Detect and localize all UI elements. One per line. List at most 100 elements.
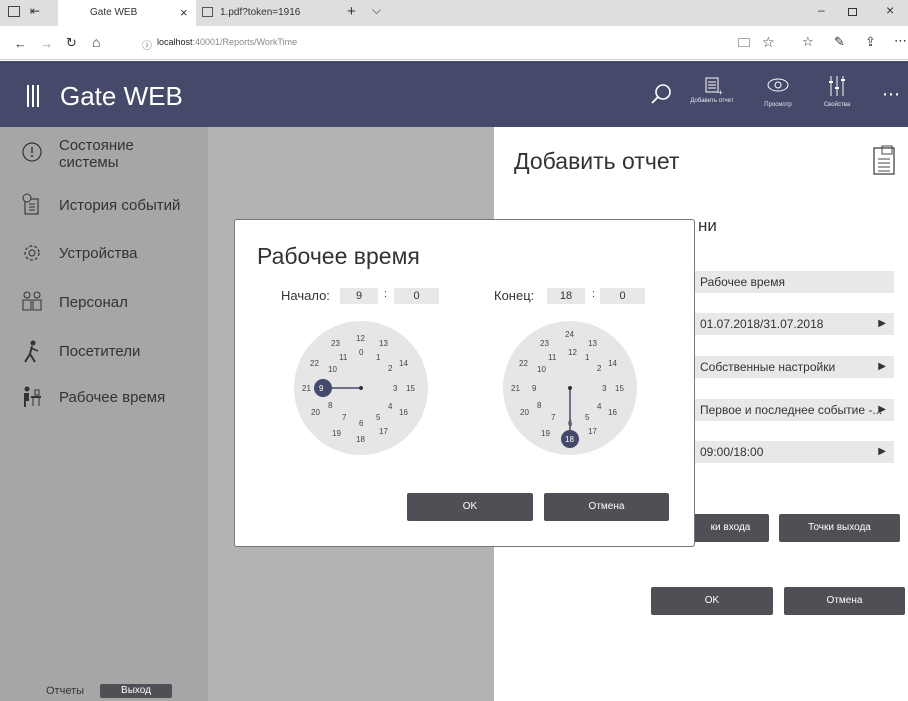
maximize-icon[interactable]	[848, 8, 857, 16]
close-window-icon[interactable]: ×	[886, 2, 894, 18]
svg-text:14: 14	[608, 359, 617, 368]
sliders-icon	[828, 74, 846, 98]
favorite-star-icon[interactable]: ☆	[762, 34, 775, 51]
event-mode-field[interactable]: Первое и последнее событие -... ▶	[694, 399, 894, 421]
start-clock-picker[interactable]: 9 12 13 14 15 16 17 18 19 20 21 22 23 0123 4567 8…	[293, 320, 429, 456]
start-hour-input[interactable]: 9	[340, 288, 378, 304]
sidebar-item-label: Посетители	[59, 343, 141, 360]
field-value: Первое и последнее событие -...	[700, 403, 883, 417]
arrow-right-icon: ▶	[878, 361, 886, 372]
svg-text:10: 10	[328, 365, 337, 374]
svg-text:15: 15	[615, 384, 624, 393]
sidebar-item-visitors[interactable]: Посетители	[0, 340, 208, 380]
svg-text:17: 17	[379, 427, 388, 436]
work-time-field[interactable]: 09:00/18:00 ▶	[694, 441, 894, 463]
browser-tab-2[interactable]: 1.pdf?token=1916	[198, 0, 330, 26]
sidebar-item-work-time[interactable]: Рабочее время	[0, 386, 208, 426]
svg-text:1: 1	[585, 353, 590, 362]
svg-text:0: 0	[359, 348, 364, 357]
svg-text:6: 6	[568, 419, 573, 428]
svg-text:11: 11	[548, 353, 557, 362]
sidebar-item-label: Состояние системы	[59, 137, 134, 171]
svg-text:20: 20	[520, 408, 529, 417]
favorites-list-icon[interactable]: ☆	[802, 34, 814, 50]
tab-actions-icon[interactable]	[8, 6, 20, 17]
info-icon[interactable]: ⓘ	[142, 37, 152, 52]
svg-text:1: 1	[376, 353, 381, 362]
dialog-cancel-button[interactable]: Отмена	[544, 493, 669, 521]
tab-back-icon[interactable]: ⇤	[30, 4, 40, 18]
forward-icon[interactable]: →	[40, 36, 53, 51]
svg-text:7: 7	[551, 413, 556, 422]
new-tab-icon[interactable]: +	[347, 3, 356, 20]
arrow-right-icon: ▶	[878, 446, 886, 457]
svg-text:23: 23	[540, 339, 549, 348]
dialog-ok-button[interactable]: OK	[407, 493, 533, 521]
panel-cancel-button[interactable]: Отмена	[784, 587, 905, 615]
minimize-icon[interactable]: –	[818, 3, 825, 17]
add-report-button[interactable]: + Добавить отчет	[687, 74, 737, 122]
svg-text:19: 19	[541, 429, 550, 438]
eye-icon	[767, 78, 789, 92]
panel-subtitle: ни	[698, 216, 717, 235]
svg-text:5: 5	[376, 413, 381, 422]
home-icon[interactable]: ⌂	[92, 34, 100, 50]
field-value: Собственные настройки	[700, 360, 836, 374]
url-field[interactable]: localhost:40001/Reports/WorkTime	[157, 37, 297, 47]
preview-label: Просмотр	[764, 102, 792, 108]
selected-hour: 9	[319, 384, 324, 393]
end-hour-input[interactable]: 18	[547, 288, 585, 304]
svg-text:4: 4	[388, 402, 393, 411]
preview-button[interactable]: Просмотр	[753, 74, 803, 122]
tab-list-chevron-icon[interactable]: ⌵	[372, 3, 381, 18]
hamburger-menu-icon[interactable]	[27, 85, 39, 107]
close-tab-icon[interactable]: ×	[180, 5, 188, 20]
svg-text:21: 21	[511, 384, 520, 393]
panel-ok-button[interactable]: OK	[651, 587, 773, 615]
start-minute-input[interactable]: 0	[394, 288, 439, 304]
reports-link[interactable]: Отчеты	[46, 685, 84, 697]
sidebar-item-devices[interactable]: Устройства	[0, 242, 208, 282]
svg-text:9: 9	[532, 384, 537, 393]
svg-text:21: 21	[302, 384, 311, 393]
properties-button[interactable]: Свойства	[812, 74, 862, 122]
sidebar-item-event-history[interactable]: История событий	[0, 193, 208, 233]
exit-button[interactable]: Выход	[100, 684, 172, 698]
end-minute-input[interactable]: 0	[600, 288, 645, 304]
svg-text:8: 8	[328, 401, 333, 410]
end-clock-picker[interactable]: 18 24 13 14 15 16 17 19 20 21 22 23 12 1 2 3 4567 8…	[502, 320, 638, 456]
share-icon[interactable]: ⇪	[865, 34, 876, 50]
selected-hour: 18	[565, 435, 574, 444]
svg-text:+: +	[718, 88, 723, 96]
sidebar-item-label: Устройства	[59, 245, 138, 262]
work-time-icon	[21, 386, 43, 408]
sidebar-item-system-status[interactable]: Состояние системы	[0, 137, 208, 177]
more-icon[interactable]: ⋯	[894, 33, 907, 49]
sidebar-item-personnel[interactable]: Персонал	[0, 290, 208, 330]
period-field[interactable]: 01.07.2018/31.07.2018 ▶	[694, 313, 894, 335]
reading-view-icon[interactable]	[738, 38, 750, 47]
settings-field[interactable]: Собственные настройки ▶	[694, 356, 894, 378]
overflow-menu-icon[interactable]: ⋯	[882, 84, 900, 105]
dialog-title: Рабочее время	[257, 243, 420, 269]
url-host: localhost	[157, 37, 193, 47]
back-icon[interactable]: ←	[14, 36, 27, 51]
report-type-field[interactable]: Рабочее время	[694, 271, 894, 293]
svg-text:12: 12	[356, 334, 365, 343]
pen-icon[interactable]: ✎	[834, 34, 845, 50]
field-value: 01.07.2018/31.07.2018	[700, 317, 824, 331]
svg-text:22: 22	[310, 359, 319, 368]
browser-tab-active[interactable]: Gate WEB ×	[58, 0, 196, 26]
refresh-icon[interactable]: ↻	[66, 35, 77, 51]
field-value: 09:00/18:00	[700, 445, 764, 459]
search-icon[interactable]	[650, 83, 672, 105]
exit-points-button[interactable]: Точки выхода	[779, 514, 900, 542]
field-value: Рабочее время	[700, 275, 785, 289]
start-label: Начало:	[281, 288, 330, 303]
tab2-title: 1.pdf?token=1916	[220, 7, 301, 18]
time-separator: :	[592, 288, 596, 300]
svg-text:13: 13	[588, 339, 597, 348]
arrow-right-icon: ▶	[878, 404, 886, 415]
arrow-right-icon: ▶	[878, 318, 886, 329]
app-title: Gate WEB	[60, 81, 183, 111]
